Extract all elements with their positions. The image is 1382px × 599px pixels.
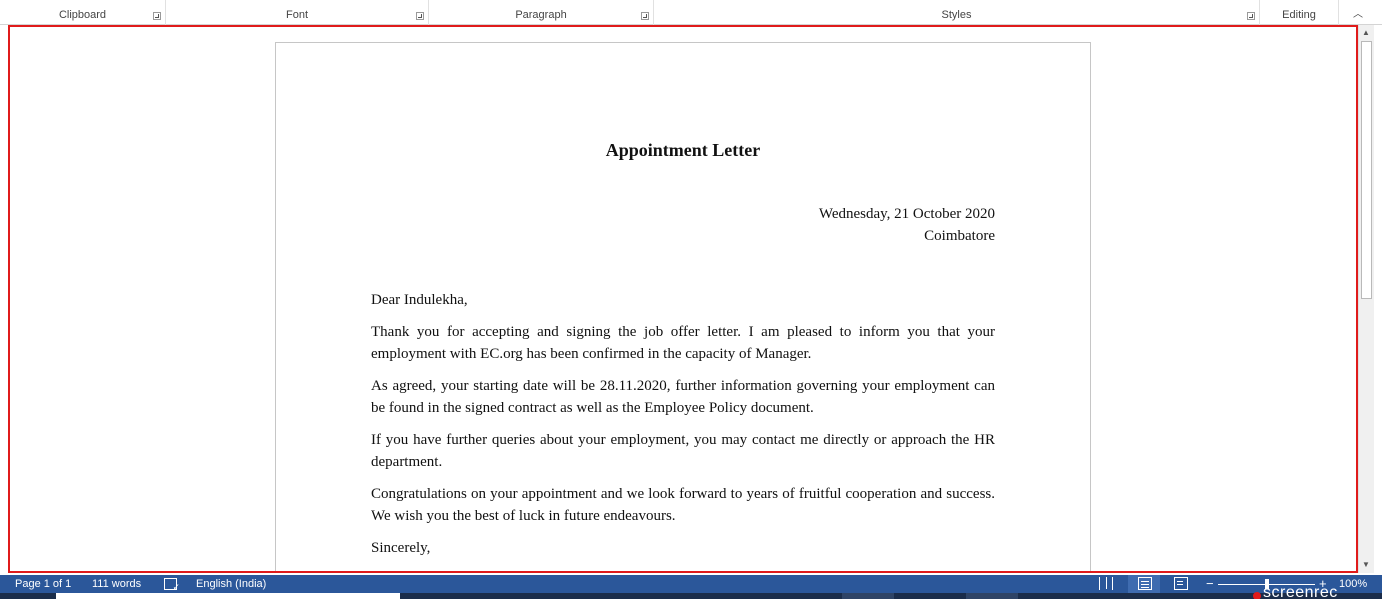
- read-mode-icon[interactable]: [1099, 577, 1113, 590]
- document-page[interactable]: Appointment Letter Wednesday, 21 October…: [275, 42, 1091, 571]
- taskbar-segment: [842, 593, 894, 599]
- letter-salutation: Dear Indulekha,: [371, 292, 468, 308]
- status-bar: Page 1 of 1 111 words English (India) − …: [0, 575, 1382, 593]
- paragraph-group-label: Paragraph: [515, 9, 567, 21]
- font-group-label: Font: [285, 9, 308, 21]
- word-count[interactable]: 111 words: [92, 578, 141, 590]
- letter-place: Coimbatore: [924, 228, 995, 244]
- ribbon-group-editing: Editing: [1260, 0, 1339, 25]
- taskbar-segment: [966, 593, 1018, 599]
- clipboard-group-label: Clipboard: [58, 9, 107, 21]
- watermark-text: screenrec: [1263, 586, 1338, 599]
- record-dot-icon: [1253, 592, 1261, 599]
- editing-group-label: Editing: [1282, 9, 1316, 21]
- zoom-out-button[interactable]: −: [1206, 576, 1214, 591]
- page-count[interactable]: Page 1 of 1: [15, 578, 71, 590]
- language-indicator[interactable]: English (India): [196, 578, 266, 590]
- styles-dialog-launcher-icon[interactable]: [1247, 12, 1255, 20]
- ribbon-group-paragraph: Paragraph: [429, 0, 654, 25]
- paragraph-dialog-launcher-icon[interactable]: [641, 12, 649, 20]
- taskbar-segment: [56, 593, 400, 599]
- print-layout-icon[interactable]: [1138, 577, 1152, 590]
- vertical-scrollbar[interactable]: ▲ ▼: [1358, 25, 1374, 573]
- proofing-icon[interactable]: [164, 578, 180, 593]
- letter-date: Wednesday, 21 October 2020: [818, 206, 995, 222]
- screenrec-watermark: screenrec: [1251, 586, 1359, 599]
- document-body[interactable]: Appointment Letter Wednesday, 21 October…: [371, 139, 995, 569]
- ribbon-group-font: Font: [166, 0, 429, 25]
- taskbar-edge: [0, 593, 1382, 599]
- font-dialog-launcher-icon[interactable]: [416, 12, 424, 20]
- letter-paragraph-1: Thank you for accepting and signing the …: [371, 324, 995, 362]
- web-layout-icon[interactable]: [1174, 577, 1188, 590]
- styles-group-label: Styles: [941, 9, 972, 21]
- scroll-up-arrow-icon[interactable]: ▲: [1362, 28, 1370, 37]
- collapse-ribbon-chevron-up-icon[interactable]: ︿: [1352, 9, 1364, 21]
- ribbon-group-styles: Styles: [654, 0, 1260, 25]
- document-title: Appointment Letter: [605, 140, 761, 160]
- letter-closing: Sincerely,: [371, 540, 431, 556]
- clipboard-dialog-launcher-icon[interactable]: [153, 12, 161, 20]
- letter-paragraph-3: If you have further queries about your e…: [371, 432, 995, 470]
- scrollbar-thumb[interactable]: [1361, 41, 1372, 299]
- ribbon-group-labels: Clipboard Font Paragraph Styles Editing …: [0, 0, 1382, 25]
- scroll-down-arrow-icon[interactable]: ▼: [1362, 560, 1370, 569]
- letter-paragraph-4: Congratulations on your appointment and …: [371, 486, 995, 524]
- ribbon-group-clipboard: Clipboard: [0, 0, 166, 25]
- document-workspace[interactable]: Appointment Letter Wednesday, 21 October…: [8, 25, 1358, 573]
- letter-paragraph-2: As agreed, your starting date will be 28…: [371, 378, 995, 416]
